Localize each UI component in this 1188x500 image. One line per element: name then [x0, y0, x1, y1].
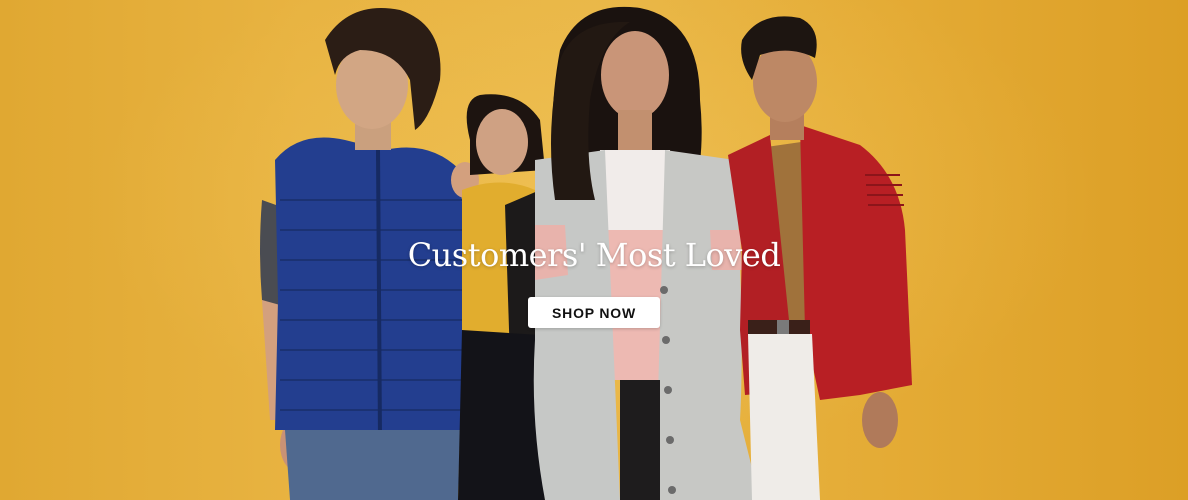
shop-now-button[interactable]: SHOP NOW	[528, 297, 660, 328]
hero-banner[interactable]: Customers' Most Loved SHOP NOW	[0, 0, 1188, 500]
banner-headline: Customers' Most Loved	[407, 236, 781, 274]
